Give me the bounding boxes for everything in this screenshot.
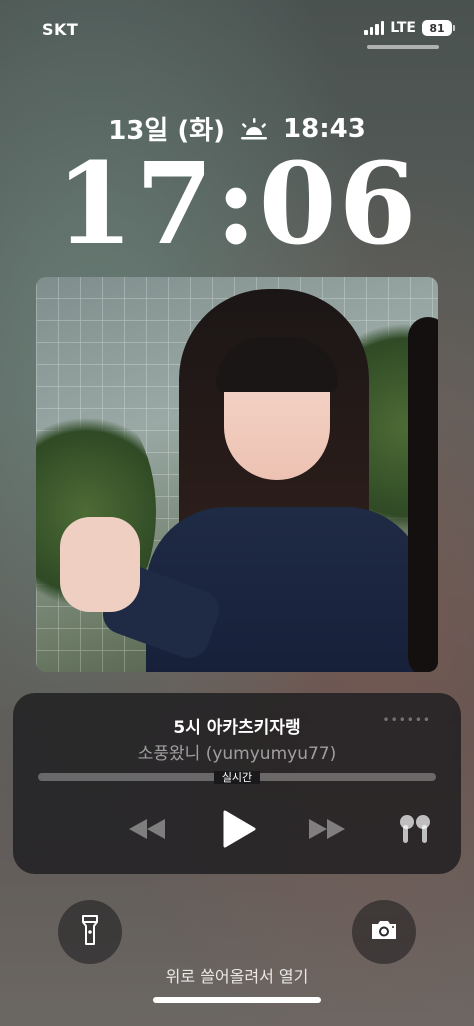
home-indicator[interactable] — [153, 997, 321, 1003]
control-center-indicator[interactable] — [367, 45, 439, 49]
song-artist: 소풍왔니 (yumyumyu77) — [137, 744, 337, 764]
status-indicators: LTE 81 — [364, 20, 455, 36]
fast-forward-icon[interactable] — [305, 807, 349, 851]
network-label: LTE — [390, 20, 416, 36]
rewind-icon[interactable] — [125, 807, 169, 851]
artwork-fist — [60, 517, 140, 612]
carrier-label: SKT — [42, 20, 79, 39]
airpods-icon[interactable] — [393, 807, 437, 851]
lockscreen-clock: 17:06 — [55, 139, 419, 270]
unlock-hint: 위로 쓸어올려서 열기 — [165, 967, 309, 986]
sunset-icon — [239, 117, 269, 141]
flashlight-icon — [81, 914, 99, 950]
camera-button[interactable] — [352, 900, 416, 964]
artwork-second-person — [408, 317, 438, 672]
playback-controls — [13, 807, 461, 851]
live-label-wrap: 실시간 — [13, 769, 461, 785]
album-artwork — [36, 277, 438, 672]
battery-level: 81 — [429, 21, 445, 35]
live-label: 실시간 — [213, 771, 261, 784]
now-playing-widget[interactable]: •••••• 5시 아카츠키자랭 소풍왔니 (yumyumyu77) 실시간 — [13, 693, 461, 874]
status-bar: SKT LTE 81 — [0, 0, 474, 60]
signal-icon — [364, 21, 385, 35]
song-title: 5시 아카츠키자랭 — [173, 718, 301, 738]
play-icon[interactable] — [217, 807, 261, 851]
camera-icon — [369, 918, 399, 946]
flashlight-button[interactable] — [58, 900, 122, 964]
battery-icon: 81 — [422, 20, 455, 36]
